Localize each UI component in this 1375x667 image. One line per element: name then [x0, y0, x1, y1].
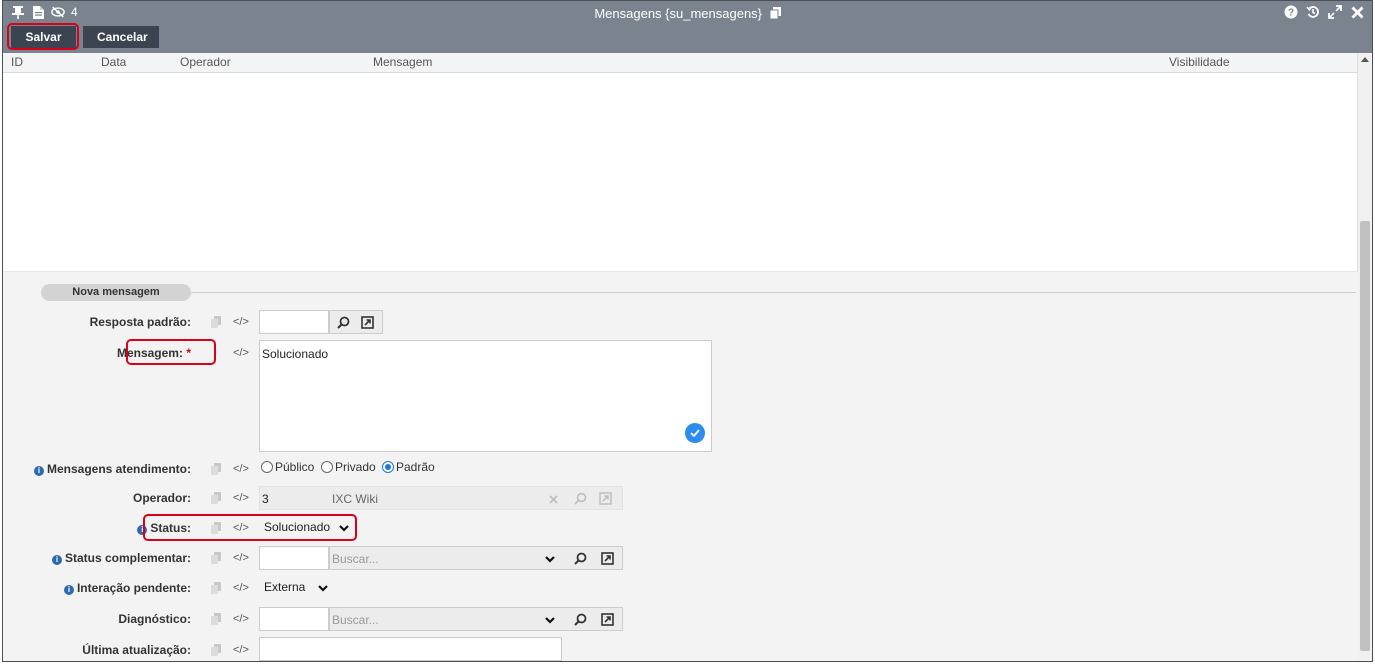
- search-icon[interactable]: [573, 612, 587, 626]
- radio-default[interactable]: Padrão: [382, 460, 435, 474]
- copy-field-icon[interactable]: [210, 551, 222, 565]
- default-reply-input[interactable]: [259, 310, 329, 334]
- column-header-visibility[interactable]: Visibilidade: [1169, 55, 1230, 69]
- cancel-button[interactable]: Cancelar: [83, 26, 159, 48]
- code-icon[interactable]: </>: [233, 613, 249, 625]
- close-icon[interactable]: [1350, 5, 1364, 19]
- code-icon[interactable]: </>: [233, 552, 249, 564]
- messages-window: 4 Mensagens {su_mensagens} ? Salvar Canc…: [2, 0, 1373, 662]
- copy-field-icon[interactable]: [210, 491, 222, 505]
- operator-name: IXC Wiki: [332, 492, 378, 506]
- open-external-icon[interactable]: [600, 612, 614, 626]
- copy-field-icon[interactable]: [210, 581, 222, 595]
- code-icon[interactable]: </>: [233, 644, 249, 656]
- chevron-down-icon: [318, 585, 328, 592]
- clear-icon[interactable]: [546, 492, 560, 506]
- info-icon[interactable]: i: [51, 555, 62, 565]
- window-title-bar-text: Mensagens {su_mensagens}: [3, 6, 1372, 21]
- chevron-down-icon: [545, 556, 555, 563]
- svg-text:?: ?: [1288, 8, 1294, 19]
- copy-icon[interactable]: [769, 7, 781, 20]
- open-external-icon[interactable]: [600, 551, 614, 565]
- open-external-icon[interactable]: [598, 491, 612, 505]
- section-title: Nova mensagem: [41, 284, 191, 301]
- column-header-operator[interactable]: Operador: [180, 55, 231, 69]
- new-message-form: Nova mensagem Resposta padrão: </> Mensa…: [3, 271, 1358, 661]
- title-bar-right-tools: ?: [1284, 5, 1364, 19]
- messages-grid-header: ID Data Operador Mensagem Visibilidade: [3, 53, 1358, 73]
- pending-interaction-label: i Interação pendente:: [63, 581, 191, 595]
- title-bar: 4 Mensagens {su_mensagens} ? Salvar Canc…: [3, 1, 1372, 53]
- info-icon[interactable]: i: [33, 466, 44, 476]
- window-title: Mensagens {su_mensagens}: [594, 6, 763, 21]
- open-external-icon[interactable]: [360, 315, 374, 329]
- default-reply-actions: [329, 310, 383, 334]
- column-header-date[interactable]: Data: [101, 55, 126, 69]
- code-icon[interactable]: </>: [233, 582, 249, 594]
- scroll-up-arrow-icon[interactable]: [1361, 57, 1369, 62]
- message-textarea[interactable]: Solucionado: [259, 340, 712, 452]
- pending-interaction-select[interactable]: Externa: [259, 576, 333, 600]
- default-reply-label: Resposta padrão:: [89, 315, 191, 329]
- code-icon[interactable]: </>: [233, 492, 249, 504]
- search-icon[interactable]: [573, 551, 587, 565]
- copy-field-icon[interactable]: [210, 643, 222, 657]
- complementary-status-label: i Status complementar:: [51, 551, 191, 565]
- vertical-scrollbar[interactable]: [1357, 53, 1372, 661]
- operator-id: 3: [262, 492, 269, 506]
- status-label: i Status:: [137, 521, 191, 535]
- diagnosis-label: Diagnóstico:: [118, 612, 191, 626]
- complementary-status-id-input[interactable]: [259, 546, 329, 570]
- message-label: Mensagem: *: [116, 346, 191, 360]
- code-icon[interactable]: </>: [233, 522, 249, 534]
- maximize-icon[interactable]: [1328, 5, 1342, 19]
- complementary-status-search[interactable]: Buscar...: [329, 546, 623, 570]
- code-icon[interactable]: </>: [233, 316, 249, 328]
- radio-private[interactable]: Privado: [321, 460, 376, 474]
- copy-field-icon[interactable]: [210, 462, 222, 476]
- copy-field-icon[interactable]: [210, 521, 222, 535]
- scroll-thumb[interactable]: [1360, 221, 1370, 651]
- info-icon[interactable]: i: [63, 585, 74, 595]
- last-update-label: Última atualização:: [82, 643, 191, 657]
- copy-field-icon[interactable]: [210, 612, 222, 626]
- chevron-down-icon: [545, 617, 555, 624]
- code-icon[interactable]: </>: [233, 463, 249, 475]
- radio-public[interactable]: Público: [261, 460, 314, 474]
- status-select[interactable]: Solucionado: [259, 516, 355, 540]
- last-update-input[interactable]: [259, 637, 562, 661]
- column-header-id[interactable]: ID: [11, 55, 23, 69]
- search-icon[interactable]: [336, 315, 350, 329]
- operator-field: 3 IXC Wiki: [259, 486, 623, 510]
- diagnosis-search[interactable]: Buscar...: [329, 607, 623, 631]
- help-icon[interactable]: ?: [1284, 5, 1298, 19]
- section-divider: [191, 292, 1356, 293]
- required-mark: *: [186, 346, 191, 360]
- search-icon[interactable]: [573, 491, 587, 505]
- diagnosis-id-input[interactable]: [259, 607, 329, 631]
- info-icon[interactable]: i: [137, 525, 148, 535]
- save-button[interactable]: Salvar: [11, 26, 76, 48]
- code-icon[interactable]: </>: [233, 347, 249, 359]
- copy-field-icon[interactable]: [210, 315, 222, 329]
- spellcheck-check-icon[interactable]: [685, 423, 705, 443]
- operator-label: Operador:: [132, 491, 191, 505]
- column-header-message[interactable]: Mensagem: [373, 55, 432, 69]
- chevron-down-icon: [339, 525, 349, 532]
- service-messages-label: i Mensagens atendimento:: [33, 462, 191, 476]
- history-icon[interactable]: [1306, 5, 1320, 19]
